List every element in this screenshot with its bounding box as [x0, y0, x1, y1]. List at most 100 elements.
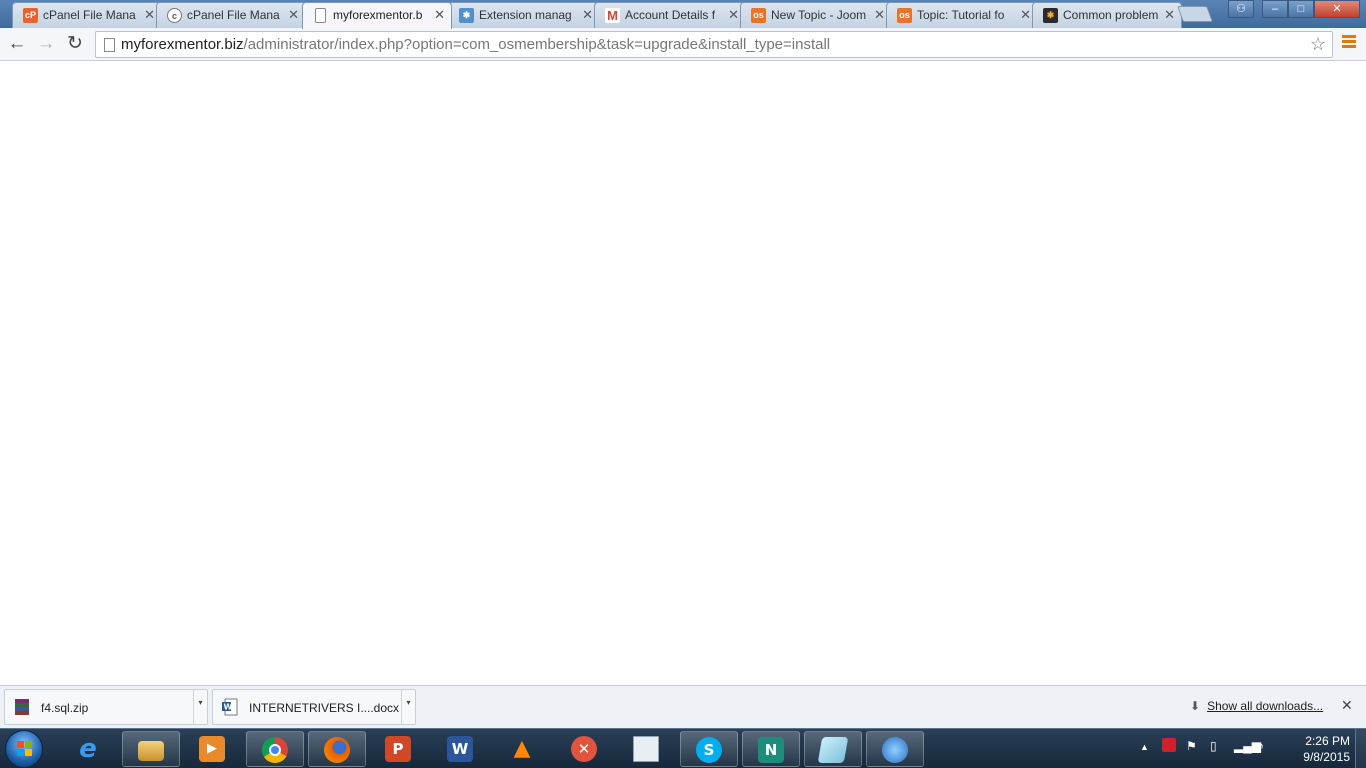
taskbar-file-explorer[interactable] [122, 731, 180, 767]
taskbar-chrome[interactable] [246, 731, 304, 767]
download-filename: f4.sql.zip [41, 701, 89, 715]
taskbar-internet-explorer[interactable]: e [60, 731, 118, 767]
chevron-down-icon[interactable]: ▾ [193, 690, 207, 724]
close-icon[interactable]: ✕ [288, 3, 299, 27]
page-icon [315, 8, 326, 23]
app-n-icon: N [758, 737, 784, 763]
browser-toolbar: ← → ↻ myforexmentor.biz/administrator/in… [0, 28, 1366, 61]
url-text: myforexmentor.biz/administrator/index.ph… [121, 36, 830, 53]
close-icon[interactable]: ✕ [1020, 3, 1031, 27]
forward-button[interactable]: → [34, 32, 58, 56]
taskbar-notepad[interactable] [618, 731, 676, 767]
taskbar-powerpoint[interactable]: P [370, 731, 428, 767]
user-icon: ⚇ [1236, 3, 1246, 15]
download-item[interactable]: W INTERNETRIVERS I....docx ▾ [212, 689, 416, 725]
url-host: myforexmentor.biz [121, 36, 244, 53]
close-icon[interactable]: ✕ [874, 3, 885, 27]
battery-icon[interactable]: ▯ [1210, 739, 1217, 753]
file-explorer-icon [138, 741, 164, 761]
maximize-button[interactable]: □ [1288, 0, 1314, 18]
close-window-button[interactable]: ✕ [1314, 0, 1360, 18]
media-player-icon: ▶ [199, 736, 225, 762]
close-shelf-button[interactable]: ✕ [1341, 697, 1353, 714]
network-signal-icon[interactable]: ▂▄▆ [1234, 739, 1261, 753]
browser-tab[interactable]: os Topic: Tutorial fo ✕ [886, 2, 1038, 28]
cpanel-icon: cP [23, 8, 38, 23]
close-icon[interactable]: ✕ [728, 3, 739, 27]
svg-text:W: W [224, 703, 233, 712]
hamburger-icon-bar [1342, 45, 1356, 48]
action-center-flag-icon[interactable]: ⚑ [1186, 739, 1197, 753]
word-icon: W [447, 736, 473, 762]
show-all-downloads[interactable]: ⬇ Show all downloads... [1190, 699, 1323, 713]
chrome-menu-button[interactable] [1342, 35, 1356, 51]
browser-tab-active[interactable]: myforexmentor.b ✕ [302, 2, 452, 29]
os-icon: os [897, 8, 912, 23]
tab-title: Extension manag [479, 8, 572, 22]
address-bar[interactable]: myforexmentor.biz/administrator/index.ph… [95, 31, 1333, 58]
start-button[interactable] [5, 730, 43, 768]
tab-strip: cP cPanel File Mana ✕ c cPanel File Mana… [0, 0, 1366, 29]
page-content [0, 61, 1366, 685]
network-globe-icon [882, 737, 908, 763]
minimize-button[interactable]: – [1262, 0, 1288, 18]
tab-title: New Topic - Joom [771, 8, 867, 22]
back-button[interactable]: ← [5, 32, 29, 56]
download-item[interactable]: f4.sql.zip ▾ [4, 689, 208, 725]
bookmark-star-icon[interactable]: ☆ [1310, 34, 1326, 55]
tab-title: Common problem [1063, 8, 1159, 22]
tab-title: myforexmentor.b [333, 8, 423, 22]
browser-tab[interactable]: cP cPanel File Mana ✕ [12, 2, 162, 28]
sticky-icon [817, 737, 849, 763]
close-icon[interactable]: ✕ [434, 3, 445, 27]
os-icon: os [751, 8, 766, 23]
internet-explorer-icon: e [79, 734, 97, 764]
notepad-window-icon [633, 736, 659, 762]
antivirus-icon[interactable] [1162, 738, 1176, 752]
taskbar-firefox[interactable] [308, 731, 366, 767]
windows-logo-icon [17, 741, 33, 757]
chrome-icon [262, 737, 288, 763]
profile-button[interactable]: ⚇ [1228, 0, 1254, 18]
system-clock[interactable]: 2:26 PM 9/8/2015 [1284, 733, 1350, 765]
browser-tab[interactable]: M Account Details f ✕ [594, 2, 746, 28]
taskbar-app-n[interactable]: N [742, 731, 800, 767]
gmail-icon: M [605, 8, 620, 23]
download-arrow-icon: ⬇ [1190, 699, 1201, 713]
powerpoint-icon: P [385, 736, 411, 762]
tab-title: Account Details f [625, 8, 716, 22]
tab-title: cPanel File Mana [187, 8, 280, 22]
show-desktop-button[interactable] [1355, 729, 1366, 768]
taskbar-skype[interactable]: S [680, 731, 738, 767]
browser-tab[interactable]: ✱ Common problem ✕ [1032, 2, 1182, 28]
taskbar-word[interactable]: W [432, 731, 490, 767]
show-all-downloads-link[interactable]: Show all downloads... [1207, 699, 1323, 713]
hamburger-icon-bar [1342, 40, 1356, 43]
close-icon[interactable]: ✕ [582, 3, 593, 27]
taskbar-network[interactable] [866, 731, 924, 767]
close-icon[interactable]: ✕ [1164, 3, 1175, 27]
reload-button[interactable]: ↻ [63, 32, 87, 56]
windows-taskbar: e ▶ P W ▲ ✕ S N ▲ ⚑ ▯ ▂▄▆ ♪ 2:26 PM 9/8/… [0, 728, 1366, 768]
taskbar-crossover[interactable]: ✕ [556, 731, 614, 767]
browser-tab[interactable]: c cPanel File Mana ✕ [156, 2, 306, 28]
show-hidden-icons-button[interactable]: ▲ [1140, 742, 1149, 752]
clock-date: 9/8/2015 [1303, 750, 1350, 764]
taskbar-media-player[interactable]: ▶ [184, 731, 242, 767]
new-tab-button[interactable] [1177, 6, 1213, 22]
tab-title: Topic: Tutorial fo [917, 8, 1005, 22]
clock-time: 2:26 PM [1305, 734, 1350, 748]
tab-title: cPanel File Mana [43, 8, 136, 22]
browser-tab[interactable]: ✱ Extension manag ✕ [448, 2, 600, 28]
volume-icon[interactable]: ♪ [1258, 739, 1264, 753]
taskbar-sticky[interactable] [804, 731, 862, 767]
skype-icon: S [696, 737, 722, 763]
browser-tab[interactable]: os New Topic - Joom ✕ [740, 2, 892, 28]
download-filename: INTERNETRIVERS I....docx [249, 701, 400, 715]
joomla-icon: ✱ [459, 8, 474, 23]
winrar-archive-icon [14, 698, 30, 716]
chevron-down-icon[interactable]: ▾ [401, 690, 415, 724]
taskbar-vlc[interactable]: ▲ [494, 731, 552, 767]
page-icon [104, 38, 115, 52]
close-icon[interactable]: ✕ [144, 3, 155, 27]
